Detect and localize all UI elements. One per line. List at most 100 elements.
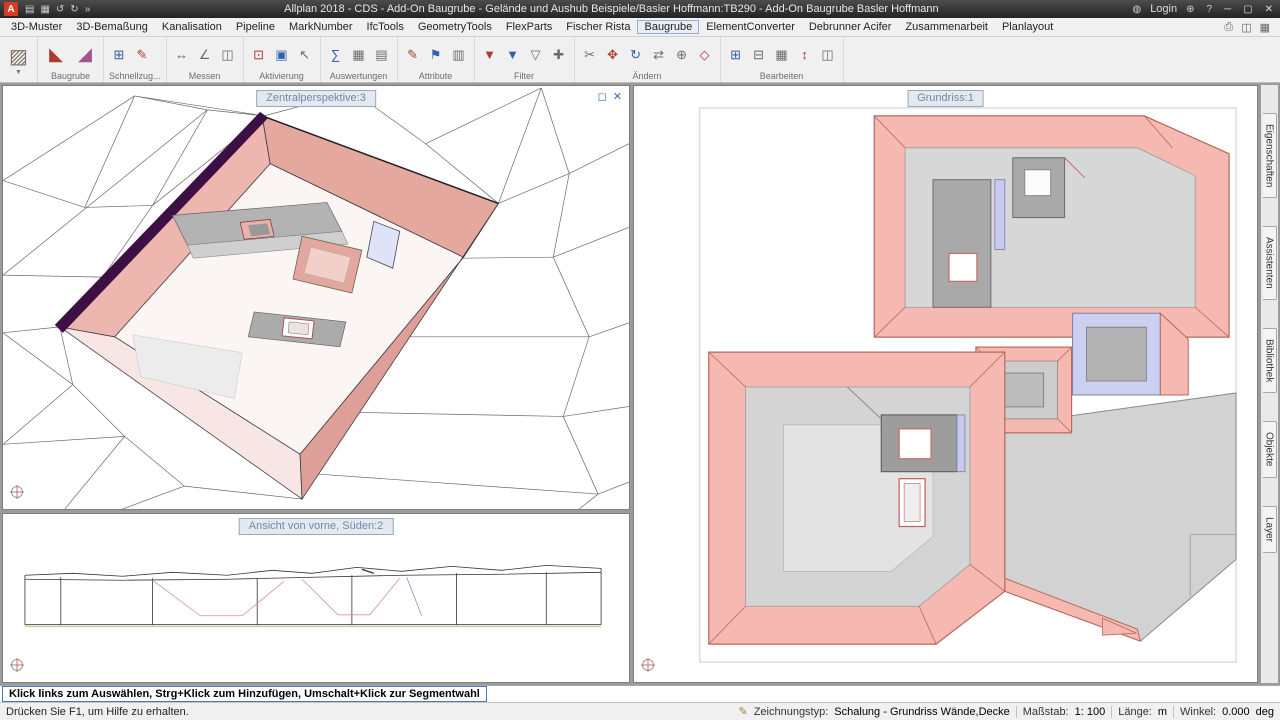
length-value[interactable]: m <box>1158 706 1167 718</box>
print-icon[interactable]: ⎙ <box>1224 21 1233 34</box>
drawing-type-value[interactable]: Schalung - Grundriss Wände,Decke <box>834 706 1009 718</box>
sum-icon[interactable]: ∑ <box>326 45 346 65</box>
close-button[interactable]: ✕ <box>1262 4 1276 15</box>
viewport-plan[interactable]: Grundriss:1 <box>633 85 1258 683</box>
viewport-title-tab[interactable]: Grundriss:1 <box>907 90 984 107</box>
filter-add-icon[interactable]: ✚ <box>549 45 569 65</box>
angle-value[interactable]: 0.000 <box>1222 706 1250 718</box>
excavation-modify-icon[interactable]: ◢ <box>72 42 98 68</box>
viewport-perspective[interactable]: Zentralperspektive:3 ◻ ✕ <box>2 85 630 510</box>
maximize-button[interactable]: ▢ <box>1240 4 1255 15</box>
plan-main-pit[interactable] <box>708 351 1006 645</box>
excavation-create-icon[interactable]: ◣ <box>43 42 69 68</box>
measure-angle-icon[interactable]: ∠ <box>195 45 215 65</box>
measure-area-icon[interactable]: ◫ <box>218 45 238 65</box>
attribute-table-icon[interactable]: ▥ <box>449 45 469 65</box>
redo-icon[interactable]: ↻ <box>67 4 81 15</box>
plan-drawing[interactable] <box>634 86 1257 682</box>
menu-item-fischer-rista[interactable]: Fischer Rista <box>559 20 637 34</box>
viewport-title-tab[interactable]: Zentralperspektive:3 <box>256 90 376 107</box>
scissors-icon[interactable]: ✂ <box>580 45 600 65</box>
view-origin-icon[interactable] <box>9 484 25 505</box>
quickaccess-menu-icon[interactable]: ▤ <box>22 4 37 15</box>
measure-length-icon[interactable]: ↔ <box>172 45 192 65</box>
palette-tab-assistenten[interactable]: Assistenten <box>1262 226 1277 301</box>
palette-tab-eigenschaften[interactable]: Eigenschaften <box>1262 113 1277 199</box>
menu-item-kanalisation[interactable]: Kanalisation <box>155 20 229 34</box>
stretch-icon[interactable]: ⊕ <box>672 45 692 65</box>
menu-item-debrunner-acifer[interactable]: Debrunner Acifer <box>802 20 899 34</box>
menu-item-zusammenarbeit[interactable]: Zusammenarbeit <box>898 20 995 34</box>
front-elevation-drawing[interactable] <box>3 514 629 682</box>
layout-icon[interactable]: ◫ <box>1241 21 1251 34</box>
menu-item-flexparts[interactable]: FlexParts <box>499 20 559 34</box>
toolbar-group-schnellzugriff: ⊞ ✎ Schnellzug... <box>104 37 167 82</box>
palette-tab-layer[interactable]: Layer <box>1262 505 1277 553</box>
filter-blue-icon[interactable]: ▼ <box>503 45 523 65</box>
workspace: Zentralperspektive:3 ◻ ✕ Ansicht von vor… <box>0 83 1280 685</box>
edit-panels-icon[interactable]: ◫ <box>818 45 838 65</box>
report-icon[interactable]: ▦ <box>349 45 369 65</box>
palette-tab-objekte[interactable]: Objekte <box>1262 421 1277 478</box>
select-icon[interactable]: ⊡ <box>249 45 269 65</box>
select-box-icon[interactable]: ▣ <box>272 45 292 65</box>
edit-grid-icon[interactable]: ⊞ <box>726 45 746 65</box>
edit-remove-icon[interactable]: ⊟ <box>749 45 769 65</box>
view-origin-icon[interactable] <box>640 657 656 678</box>
list-icon[interactable]: ▤ <box>372 45 392 65</box>
filter-red-icon[interactable]: ▼ <box>480 45 500 65</box>
filter-gray-icon[interactable]: ▽ <box>526 45 546 65</box>
plan-shaft-opening[interactable] <box>948 252 978 282</box>
viewport-restore-icon[interactable]: ◻ <box>598 90 607 103</box>
viewport-close-icon[interactable]: ✕ <box>613 90 622 103</box>
plan-wall-lavender[interactable] <box>994 179 1006 250</box>
mirror-icon[interactable]: ⇄ <box>649 45 669 65</box>
menu-item-ifctools[interactable]: IfcTools <box>360 20 411 34</box>
minimize-button[interactable]: ─ <box>1221 4 1234 15</box>
attribute-pen-icon[interactable]: ✎ <box>403 45 423 65</box>
plan-building-1[interactable] <box>932 179 992 308</box>
plan-top-block[interactable] <box>873 115 1230 338</box>
quick-access-icon[interactable]: ⊞ <box>109 45 129 65</box>
plan-wall-lavender[interactable] <box>956 414 966 473</box>
plan-lavender-pit[interactable] <box>1072 312 1189 396</box>
plan-shaft-opening[interactable] <box>898 428 932 460</box>
attribute-flag-icon[interactable]: ⚑ <box>426 45 446 65</box>
task-navigator-button[interactable]: ▨ ▼ <box>0 37 38 82</box>
menu-item-geometrytools[interactable]: GeometryTools <box>411 20 499 34</box>
modify-icon[interactable]: ◇ <box>695 45 715 65</box>
menu-item-baugrube[interactable]: Baugrube <box>637 20 700 34</box>
undo-icon[interactable]: ↺ <box>53 4 67 15</box>
elevation-outline[interactable] <box>24 564 602 626</box>
viewport-title-tab[interactable]: Ansicht von vorne, Süden:2 <box>238 518 394 535</box>
palette-icon[interactable]: ▦ <box>1260 21 1270 34</box>
menu-item-elementconverter[interactable]: ElementConverter <box>699 20 802 34</box>
perspective-drawing[interactable] <box>3 86 629 509</box>
palette-tab-bibliothek[interactable]: Bibliothek <box>1262 328 1277 394</box>
viewport-front[interactable]: Ansicht von vorne, Süden:2 <box>2 513 630 683</box>
right-pane: Grundriss:1 <box>633 85 1258 683</box>
login-button[interactable]: Login <box>1150 3 1177 15</box>
edit-updown-icon[interactable]: ↕ <box>795 45 815 65</box>
notification-icon[interactable]: ◍ <box>1129 4 1144 15</box>
plan-shaft-opening[interactable] <box>1024 169 1052 197</box>
scale-value[interactable]: 1: 100 <box>1075 706 1106 718</box>
pointer-icon[interactable]: ↖ <box>295 45 315 65</box>
menu-item-3d-muster[interactable]: 3D-Muster <box>4 20 69 34</box>
pen-icon[interactable]: ✎ <box>132 45 152 65</box>
menu-item-pipeline[interactable]: Pipeline <box>229 20 282 34</box>
rotate-icon[interactable]: ↻ <box>626 45 646 65</box>
menubar: 3D-Muster 3D-Bemaßung Kanalisation Pipel… <box>0 18 1280 37</box>
move-icon[interactable]: ✥ <box>603 45 623 65</box>
more-icon[interactable]: » <box>82 4 94 15</box>
menu-item-marknumber[interactable]: MarkNumber <box>282 20 360 34</box>
connect-icon[interactable]: ⊕ <box>1183 4 1197 15</box>
toolbar-group-label: Attribute <box>418 71 453 81</box>
menu-item-3d-bemassung[interactable]: 3D-Bemaßung <box>69 20 155 34</box>
edit-cells-icon[interactable]: ▦ <box>772 45 792 65</box>
excavation-pit[interactable] <box>54 111 500 501</box>
view-origin-icon[interactable] <box>9 657 25 678</box>
help-icon[interactable]: ? <box>1204 4 1216 15</box>
menu-item-planlayout[interactable]: Planlayout <box>995 20 1060 34</box>
save-icon[interactable]: ▦ <box>37 4 52 15</box>
